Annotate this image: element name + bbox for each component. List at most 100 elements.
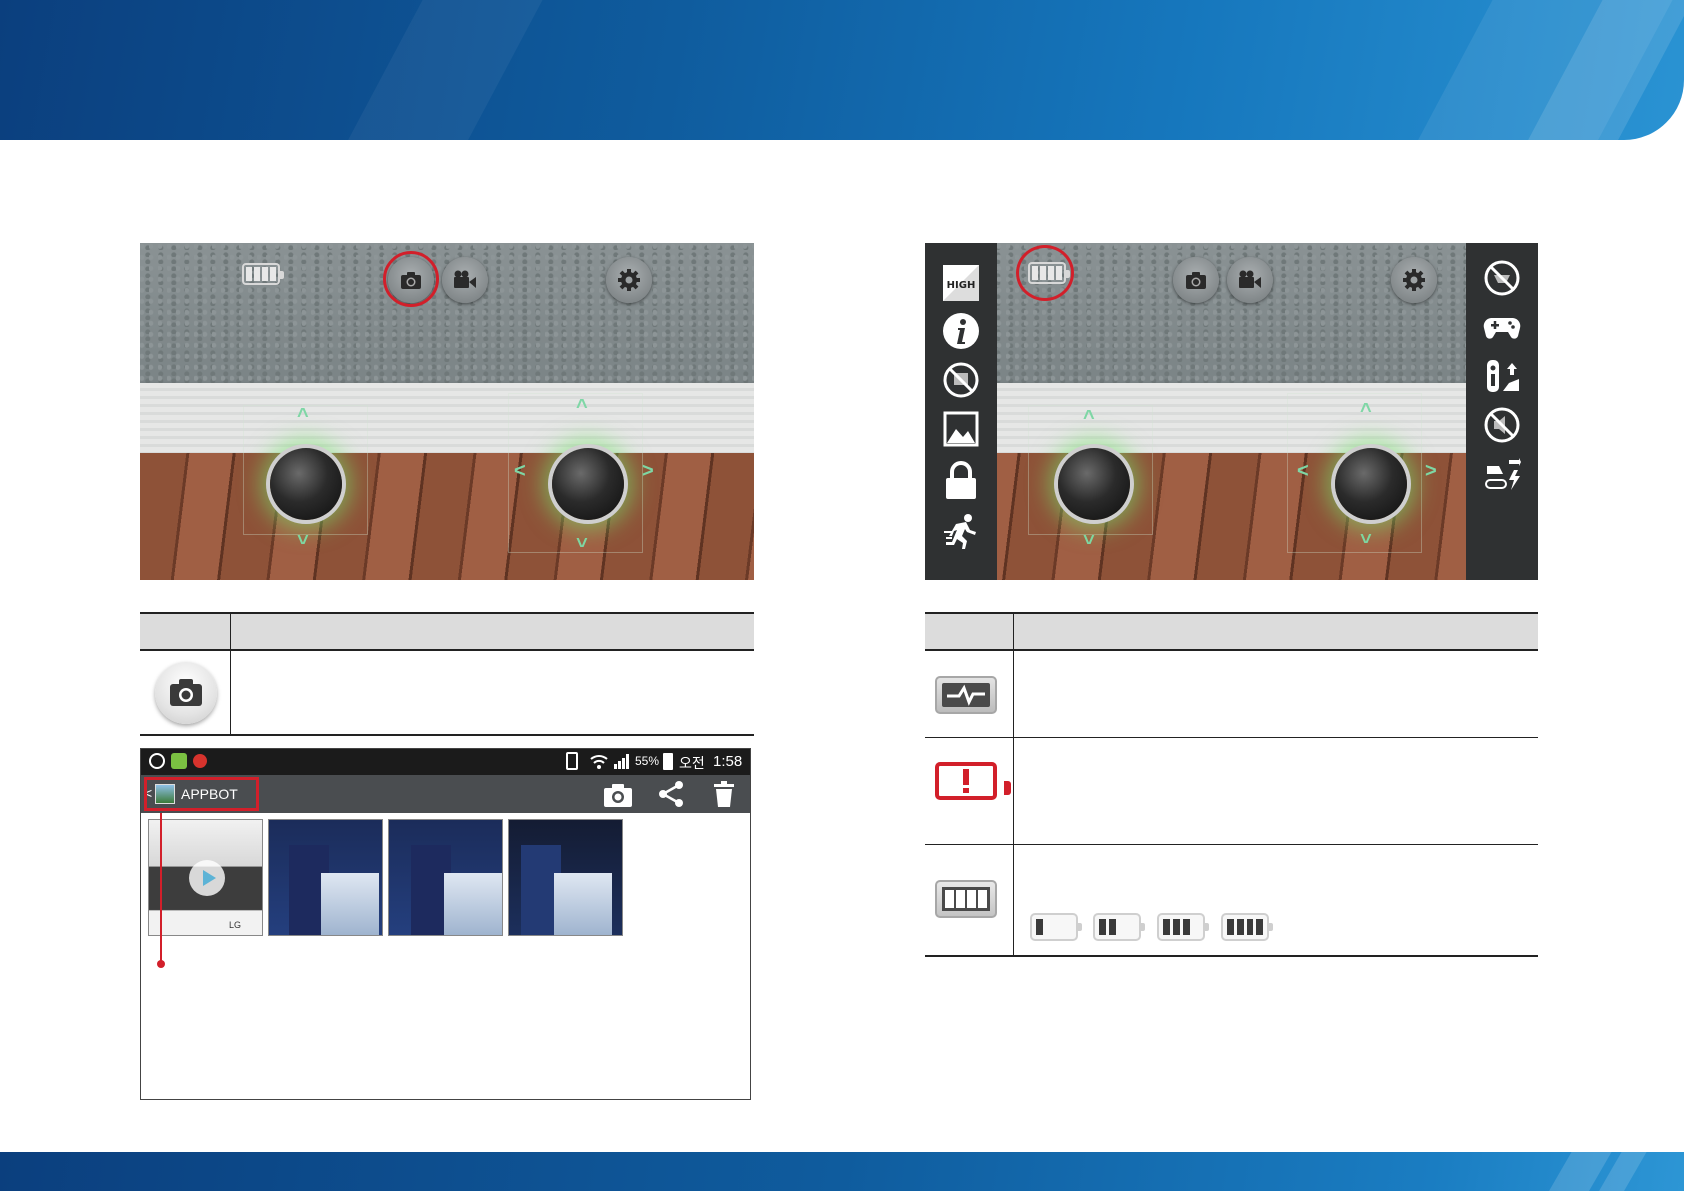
video-button[interactable]	[1227, 257, 1273, 303]
high-quality-icon: HIGH	[943, 265, 979, 301]
svg-text:HIGH: HIGH	[947, 280, 976, 291]
charging-battery-icon	[935, 676, 997, 714]
right-arrow-icon: >	[642, 460, 654, 482]
down-arrow-icon: ^	[1360, 524, 1372, 546]
gallery-action-bar: < APPBOT	[141, 775, 750, 813]
camera-info-table	[140, 612, 754, 736]
mute-icon	[1484, 407, 1520, 443]
gallery-button[interactable]	[941, 409, 981, 449]
info-icon	[943, 313, 979, 349]
exclamation-icon	[963, 769, 969, 793]
gear-icon	[618, 269, 640, 291]
baseboard	[925, 383, 1538, 453]
battery-level-3	[1157, 913, 1209, 941]
running-man-icon	[944, 514, 976, 549]
left-arrow-icon: <	[514, 460, 526, 482]
vibrate-icon	[566, 752, 578, 770]
auto-charge-button[interactable]	[1482, 455, 1522, 495]
wifi-icon	[590, 755, 608, 769]
table-row	[925, 650, 1538, 737]
signal-icon	[614, 754, 629, 769]
footer-banner	[0, 1152, 1684, 1191]
right-arrow-icon: >	[1425, 460, 1437, 482]
down-arrow-icon: ^	[576, 528, 588, 550]
lightning-icon	[942, 683, 990, 707]
app-notification-icon	[193, 754, 207, 768]
battery-bars-icon	[942, 887, 990, 911]
drive-joystick[interactable]	[552, 448, 624, 520]
battery-level-2	[1093, 913, 1145, 941]
lock-button[interactable]	[941, 461, 981, 501]
battery-tip	[1004, 781, 1011, 795]
right-side-menu	[1466, 243, 1538, 580]
video-button[interactable]	[442, 257, 488, 303]
lock-icon	[946, 461, 976, 499]
camera-icon	[170, 679, 202, 706]
table-row	[140, 650, 754, 734]
no-stream-button[interactable]	[941, 360, 981, 400]
gallery-thumbnail-photo[interactable]	[268, 819, 383, 936]
camera-icon	[1186, 272, 1206, 289]
high-quality-button[interactable]: HIGH	[941, 263, 981, 303]
mute-button[interactable]	[1482, 405, 1522, 445]
up-arrow-icon: ^	[576, 396, 588, 418]
auto-charge-icon	[1485, 458, 1521, 490]
battery-info-table	[925, 612, 1538, 957]
clock: 1:58	[713, 753, 743, 770]
battery-icon	[242, 263, 284, 285]
camera-tilt-joystick[interactable]	[1058, 448, 1130, 520]
gallery-thumbnail-photo[interactable]	[388, 819, 503, 936]
table-header	[140, 614, 754, 650]
remote-upload-icon	[1487, 360, 1519, 392]
app-notification-icon	[171, 753, 187, 769]
phone-battery-icon	[663, 753, 673, 770]
gallery-thumbnail-photo[interactable]	[508, 819, 623, 936]
play-icon	[189, 860, 225, 896]
up-arrow-icon: ^	[1360, 400, 1372, 422]
settings-button[interactable]	[1391, 257, 1437, 303]
left-side-menu: HIGH	[925, 243, 997, 580]
header-banner	[0, 0, 1684, 140]
exit-button[interactable]	[941, 511, 981, 551]
wood-floor	[925, 453, 1538, 580]
baseboard	[140, 383, 754, 453]
camera-button-sample	[155, 662, 217, 724]
no-monitoring-icon	[1484, 260, 1520, 296]
no-stream-icon	[943, 362, 979, 398]
phone-gallery-screenshot: 55% 오전 1:58 < APPBOT LG	[140, 748, 751, 1100]
remote-upload-button[interactable]	[1482, 356, 1522, 396]
am-pm-label: 오전	[679, 755, 705, 771]
battery-level-1	[1030, 913, 1082, 941]
gear-icon	[1403, 269, 1425, 291]
settings-button[interactable]	[606, 257, 652, 303]
down-arrow-icon: ^	[1083, 525, 1095, 547]
battery-percent: 55%	[635, 754, 660, 768]
highlight-ring	[1016, 245, 1074, 301]
camera-button[interactable]	[1173, 257, 1219, 303]
no-monitoring-button[interactable]	[1482, 258, 1522, 298]
camera-tilt-joystick[interactable]	[270, 448, 342, 520]
left-arrow-icon: <	[1297, 460, 1309, 482]
callout-dot	[157, 960, 165, 968]
low-battery-icon	[935, 762, 997, 800]
trash-icon[interactable]	[713, 780, 735, 808]
table-header	[925, 614, 1538, 650]
battery-level-4	[1221, 913, 1273, 941]
camera-icon[interactable]	[603, 782, 633, 808]
app-notification-icon	[149, 753, 165, 769]
info-button[interactable]	[941, 311, 981, 351]
wood-floor	[140, 453, 754, 580]
drive-joystick[interactable]	[1335, 448, 1407, 520]
video-camera-icon	[454, 270, 476, 288]
share-icon[interactable]	[657, 780, 685, 808]
robot-control-screen-left: ^ ^ ^ ^ < >	[140, 243, 754, 580]
gamepad-icon	[1483, 318, 1521, 339]
gallery-thumbnail-video[interactable]: LG	[148, 819, 263, 936]
up-arrow-icon: ^	[1083, 407, 1095, 429]
up-arrow-icon: ^	[297, 405, 309, 427]
full-battery-icon	[935, 880, 997, 918]
down-arrow-icon: ^	[297, 525, 309, 547]
gamepad-button[interactable]	[1482, 307, 1522, 347]
status-bar: 55% 오전 1:58	[141, 749, 750, 775]
picture-icon	[943, 411, 979, 447]
